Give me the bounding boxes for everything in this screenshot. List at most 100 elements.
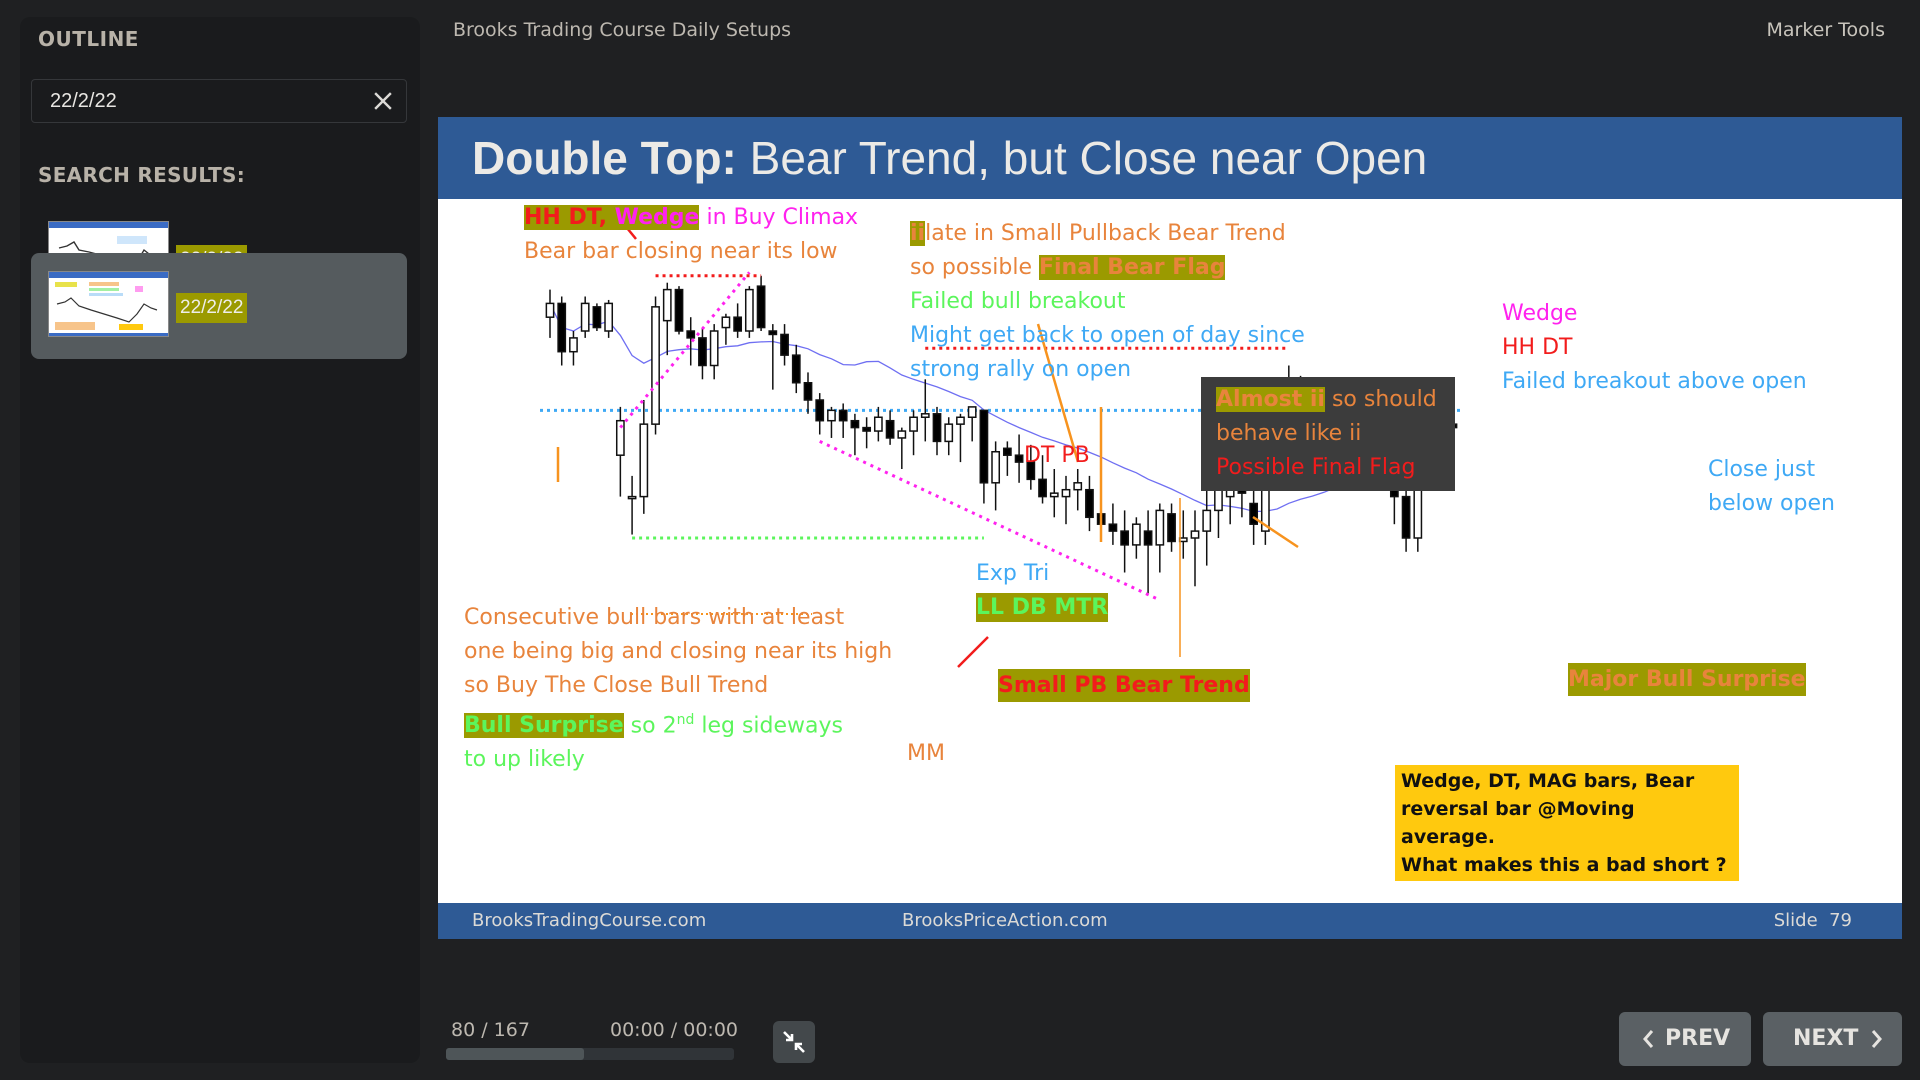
bear-candle <box>780 333 789 356</box>
label-hh-dt-right: HH DT <box>1502 335 1573 360</box>
label-one-being-big: one being big and closing near its high <box>464 639 893 664</box>
bear-candle <box>862 426 872 432</box>
bear-candle <box>1038 478 1047 498</box>
footer-center: BrooksPriceAction.com <box>902 910 1108 931</box>
bull-candle <box>909 416 918 432</box>
next-button[interactable]: NEXT <box>1763 1012 1902 1066</box>
outline-title: OUTLINE <box>38 27 139 51</box>
bull-candle <box>662 288 672 322</box>
result-date-badge: 22/2/22 <box>176 293 248 323</box>
label-late-small-pb: late in Small Pullback Bear Trend <box>925 221 1286 246</box>
bear-candle <box>979 409 989 484</box>
annotation-consecutive-bull: Consecutive bull bars with at least one … <box>464 601 892 777</box>
prev-label: PREV <box>1665 1026 1731 1051</box>
label-wedge: Wedge <box>614 205 700 230</box>
next-label: NEXT <box>1793 1026 1859 1051</box>
label-ii: ii <box>910 221 926 246</box>
label-possible-final-flag: Possible Final Flag <box>1216 455 1416 480</box>
bull-candle <box>580 302 590 332</box>
annotation-hh-dt-wedge: HH DT, Wedge in Buy Climax Bear bar clos… <box>524 201 858 269</box>
chevron-right-icon <box>1871 1030 1882 1048</box>
bull-candle <box>1049 492 1059 498</box>
chevron-left-icon <box>1643 1030 1654 1048</box>
label-ll-db-mtr: LL DB MTR <box>976 593 1109 622</box>
bear-candle <box>686 330 696 339</box>
bear-candle <box>1108 523 1118 532</box>
progress-bar[interactable] <box>446 1048 734 1060</box>
playback-time: 00:00 / 00:00 <box>610 1019 738 1041</box>
bull-candle <box>1190 530 1200 539</box>
exit-fullscreen-button[interactable] <box>773 1021 815 1063</box>
label-might-get-back: Might get back to open of day since <box>910 323 1305 348</box>
label-bull-surprise: Bull Surprise <box>464 713 624 739</box>
search-input[interactable] <box>50 88 350 114</box>
marker-tools-button[interactable]: Marker Tools <box>1766 19 1885 41</box>
bull-candle <box>944 423 954 443</box>
search-box <box>31 79 407 123</box>
prev-button[interactable]: PREV <box>1619 1012 1751 1066</box>
label-final-bear-flag: Final Bear Flag <box>1038 255 1226 280</box>
label-buy-climax: in Buy Climax <box>699 205 859 230</box>
annotation-almost-ii: Almost ii so should behave like ii Possi… <box>1216 383 1437 485</box>
label-so-possible: so possible <box>910 255 1039 280</box>
label-buy-the-close: so Buy The Close Bull Trend <box>464 673 769 698</box>
bull-candle <box>545 302 555 318</box>
bull-candle <box>709 330 719 367</box>
bear-candle <box>1002 447 1012 456</box>
bull-candle <box>569 337 578 353</box>
collapse-icon <box>783 1031 805 1053</box>
bear-candle <box>1401 495 1411 539</box>
bear-candle <box>674 288 684 332</box>
bull-candle <box>1202 509 1212 532</box>
label-bear-bar: Bear bar closing near its low <box>524 239 838 264</box>
footer-left: BrooksTradingCourse.com <box>472 910 707 931</box>
label-mm: MM <box>907 741 945 766</box>
bear-candle <box>803 382 813 401</box>
slide: Double Top: Bear Trend, but Close near O… <box>438 117 1902 939</box>
bull-candle <box>967 406 977 418</box>
bear-candle <box>592 306 602 329</box>
slide-footer: BrooksTradingCourse.com BrooksPriceActio… <box>438 903 1902 939</box>
label-below-open: below open <box>1708 491 1835 516</box>
bear-candle <box>698 337 707 367</box>
bear-candle <box>791 354 801 384</box>
annotation-exp-tri: Exp Tri LL DB MTR <box>976 557 1109 625</box>
bull-candle <box>1073 482 1083 491</box>
bear-candle <box>1120 530 1130 546</box>
slide-counter: 80 / 167 <box>451 1019 530 1041</box>
bull-candle <box>873 416 883 432</box>
label-exp-tri: Exp Tri <box>976 561 1050 586</box>
label-almost-ii: Almost ii <box>1216 387 1325 412</box>
app-title: Brooks Trading Course Daily Setups <box>453 19 792 41</box>
bull-candle <box>1061 488 1071 498</box>
search-result-item-active[interactable]: 22/2/22 <box>31 253 407 359</box>
arrow <box>1252 515 1299 549</box>
slide-thumbnail <box>48 271 169 337</box>
arrow <box>957 636 989 668</box>
label-dt-pb: DT PB <box>1024 443 1090 468</box>
bear-candle <box>1249 502 1259 525</box>
bull-candle <box>1155 509 1165 546</box>
bear-candle <box>850 419 860 429</box>
label-failed-bull-breakout: Failed bull breakout <box>910 289 1126 314</box>
bull-candle <box>651 306 660 425</box>
label-small-pb-bear-trend: Small PB Bear Trend <box>998 669 1250 702</box>
bull-candle <box>627 495 637 500</box>
bull-candle <box>827 409 836 422</box>
label-nd: nd <box>676 712 695 728</box>
bear-candle <box>1014 454 1024 463</box>
clear-search-button[interactable] <box>370 88 396 114</box>
bear-candle <box>1167 513 1176 543</box>
close-icon <box>374 92 392 110</box>
bear-candle <box>838 409 848 422</box>
bull-candle <box>920 413 930 418</box>
label-to-up-likely: to up likely <box>464 747 585 773</box>
bear-candle <box>768 330 778 336</box>
question-box: Wedge, DT, MAG bars, Bear reversal bar @… <box>1395 765 1739 881</box>
label-major-bull-surprise: Major Bull Surprise <box>1568 663 1806 696</box>
bull-candle <box>897 430 907 439</box>
wedge-line <box>619 271 751 429</box>
bear-candle <box>557 302 567 353</box>
search-results-title: SEARCH RESULTS: <box>38 163 246 187</box>
question-line-2: reversal bar @Moving average. <box>1401 798 1635 848</box>
